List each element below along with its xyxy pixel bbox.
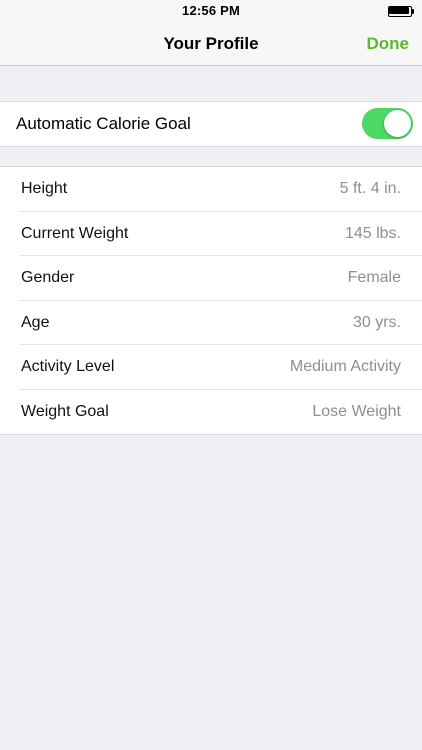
age-value: 30 yrs. <box>352 313 401 331</box>
done-button[interactable]: Done <box>367 22 410 65</box>
battery-tip <box>412 9 414 14</box>
profile-settings-list: Height 5 ft. 4 in. Current Weight 145 lb… <box>0 166 422 435</box>
calorie-goal-section: Automatic Calorie Goal <box>0 101 422 147</box>
current-weight-label: Current Weight <box>21 224 129 242</box>
height-value: 5 ft. 4 in. <box>339 180 401 197</box>
current-weight-value: 145 lbs. <box>344 224 401 242</box>
gender-label: Gender <box>21 269 75 287</box>
gender-value: Female <box>347 269 401 287</box>
weight-goal-row[interactable]: Weight Goal Lose Weight <box>0 390 422 435</box>
activity-level-value: Medium Activity <box>289 358 401 376</box>
automatic-calorie-goal-switch[interactable] <box>362 108 413 139</box>
switch-knob[interactable] <box>384 110 411 137</box>
automatic-calorie-goal-label: Automatic Calorie Goal <box>16 114 191 133</box>
status-time: 12:56 PM <box>182 3 240 18</box>
page-title: Your Profile <box>163 34 259 53</box>
gender-row[interactable]: Gender Female <box>0 256 422 301</box>
age-label: Age <box>21 313 50 331</box>
age-row[interactable]: Age 30 yrs. <box>0 301 422 346</box>
current-weight-row[interactable]: Current Weight 145 lbs. <box>0 212 422 257</box>
navigation-bar: Your Profile Done <box>0 22 422 66</box>
weight-goal-label: Weight Goal <box>21 402 109 420</box>
battery-fill <box>389 7 409 14</box>
status-bar: 12:56 PM <box>0 0 422 22</box>
height-label: Height <box>21 180 68 197</box>
activity-level-row[interactable]: Activity Level Medium Activity <box>0 345 422 390</box>
height-row[interactable]: Height 5 ft. 4 in. <box>0 167 422 212</box>
weight-goal-value: Lose Weight <box>312 402 401 420</box>
activity-level-label: Activity Level <box>21 358 115 376</box>
battery-full-icon <box>388 6 414 17</box>
